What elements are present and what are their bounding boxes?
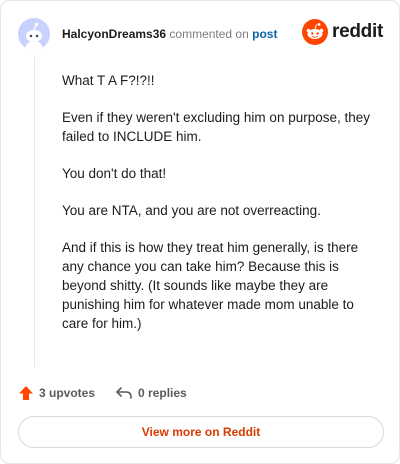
- comment-paragraph: And if this is how they treat him genera…: [62, 240, 359, 331]
- upvote-arrow-icon: [19, 386, 33, 400]
- reply-arrow-icon: [116, 387, 132, 399]
- comment-paragraph: Even if they weren't excluding him on pu…: [62, 110, 371, 144]
- comment-paragraph: What T A F?!?!!: [62, 73, 155, 88]
- upvote-count: 3 upvotes: [39, 386, 96, 400]
- reddit-logo[interactable]: reddit: [302, 19, 383, 45]
- reply-button[interactable]: 0 replies: [115, 385, 187, 401]
- reddit-wordmark: reddit: [332, 21, 383, 42]
- comment-actions: 3 upvotes 0 replies: [18, 383, 187, 403]
- reddit-snoo-logo-icon: [302, 19, 329, 45]
- comment-body: What T A F?!?!! Even if they weren't exc…: [62, 71, 380, 351]
- reddit-comment-card: HalcyonDreams36 commented on post reddit…: [0, 0, 400, 464]
- comment-paragraph: You are NTA, and you are not overreactin…: [62, 203, 321, 218]
- upvote-button[interactable]: 3 upvotes: [18, 385, 95, 401]
- user-avatar[interactable]: [18, 18, 50, 50]
- thread-line: [34, 57, 35, 367]
- reply-count: 0 replies: [138, 386, 187, 400]
- snoo-avatar-icon: [18, 18, 50, 50]
- author-username[interactable]: HalcyonDreams36: [62, 27, 166, 41]
- post-link[interactable]: post: [252, 27, 277, 41]
- commented-on-label: commented on: [169, 27, 249, 41]
- comment-paragraph: You don't do that!: [62, 166, 167, 181]
- comment-header: HalcyonDreams36 commented on post reddit: [18, 17, 383, 51]
- view-more-button[interactable]: View more on Reddit: [18, 416, 384, 448]
- comment-byline: HalcyonDreams36 commented on post: [62, 27, 277, 41]
